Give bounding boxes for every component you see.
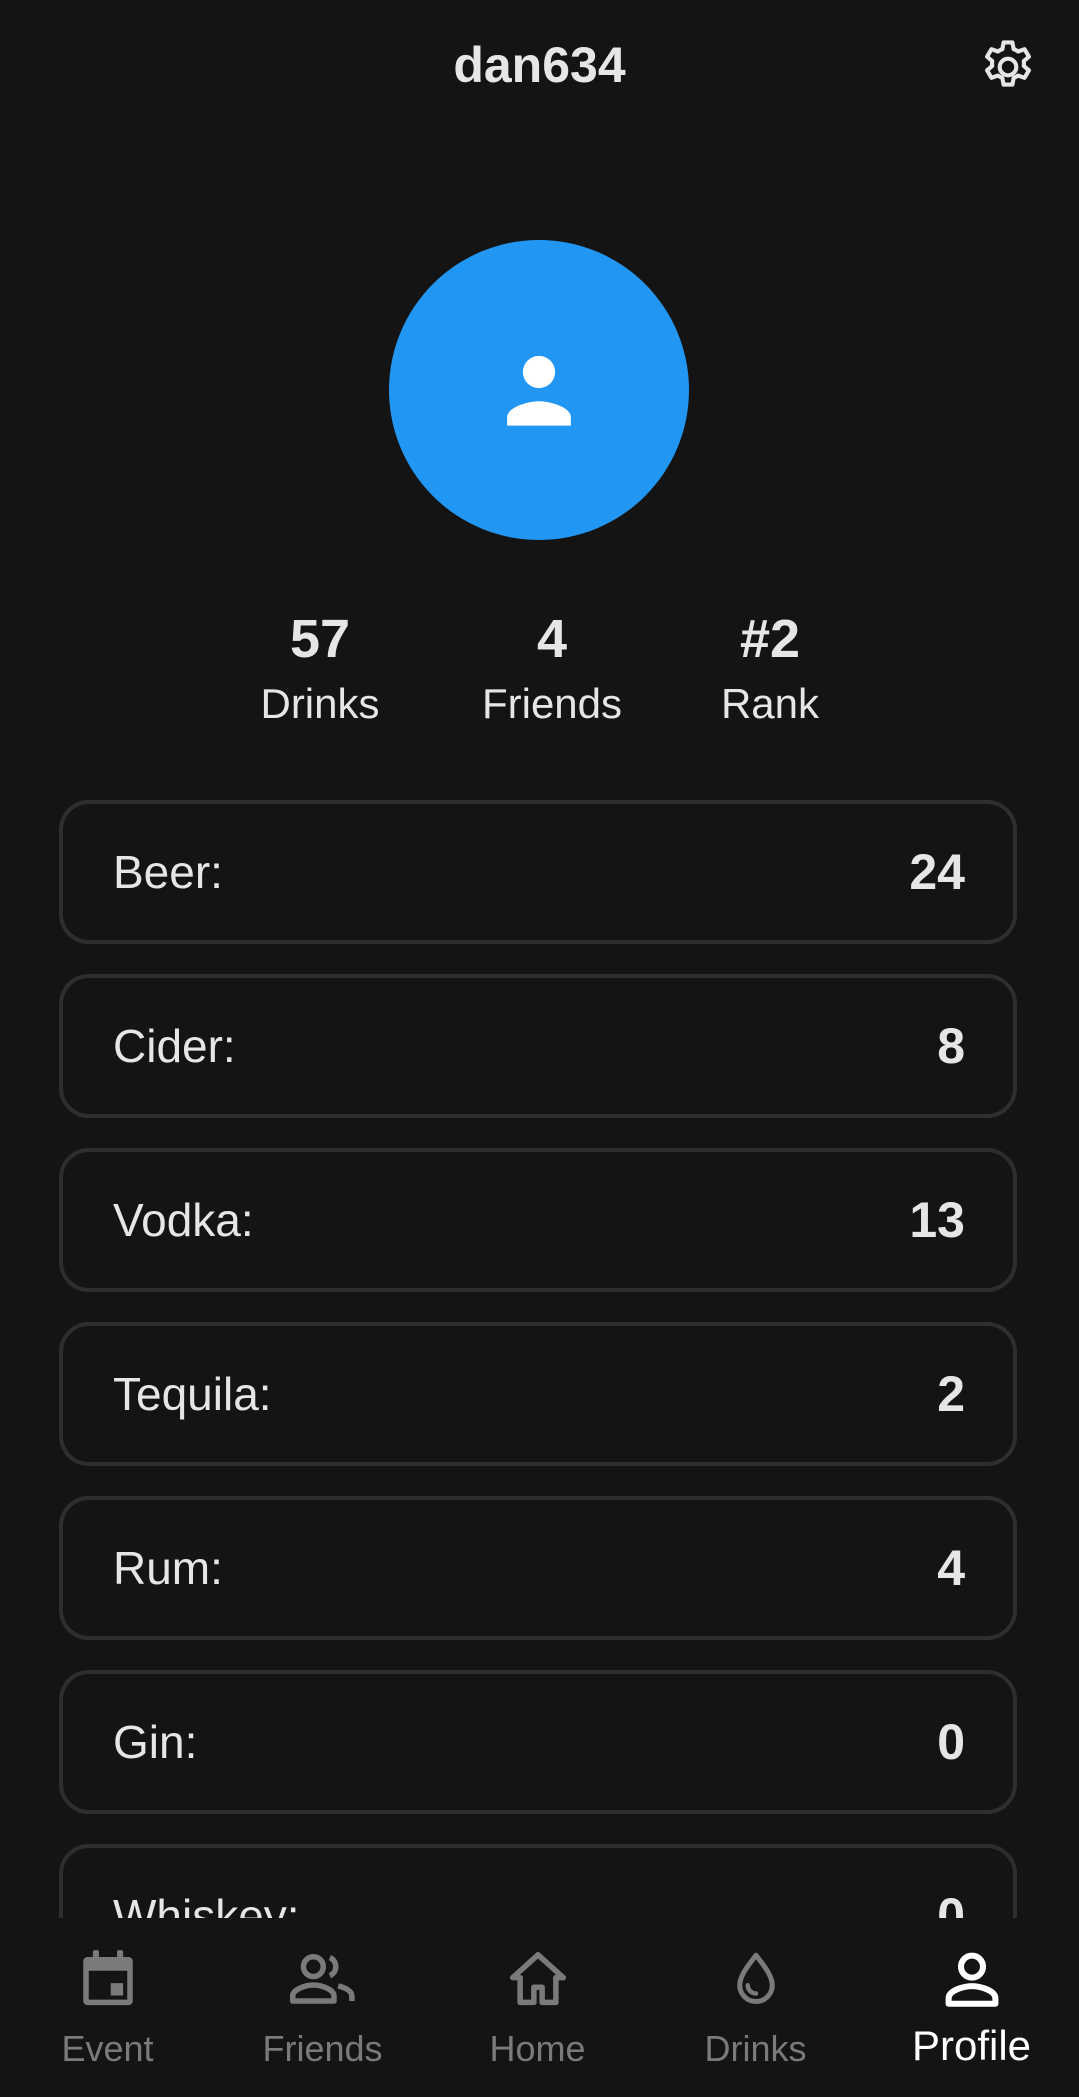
drop-icon xyxy=(736,1952,775,2004)
nav-item-profile[interactable]: Profile xyxy=(864,1918,1079,2097)
drink-count: 8 xyxy=(937,1018,965,1074)
gear-icon xyxy=(985,40,1031,87)
drink-name: Cider: xyxy=(113,1020,236,1072)
stat-label: Drinks xyxy=(260,680,380,727)
stat-value: #2 xyxy=(739,609,801,669)
people-icon xyxy=(289,1953,355,2004)
drink-count: 2 xyxy=(937,1366,965,1422)
avatar[interactable] xyxy=(389,240,689,540)
nav-label: Event xyxy=(61,2028,154,2069)
home-icon xyxy=(509,1952,566,2006)
calendar-icon xyxy=(82,1950,133,2006)
drink-count: 24 xyxy=(909,844,965,900)
drink-card-gin[interactable]: Gin: 0 xyxy=(59,1670,1017,1814)
page-title: dan634 xyxy=(453,37,626,93)
drink-name: Beer: xyxy=(113,846,223,898)
person-icon xyxy=(507,355,571,426)
nav-item-drinks[interactable]: Drinks xyxy=(648,1918,863,2097)
nav-label: Profile xyxy=(911,2022,1032,2069)
stat-drinks: 57 Drinks xyxy=(220,604,420,734)
drink-name: Gin: xyxy=(113,1716,198,1768)
drink-count: 13 xyxy=(909,1192,965,1248)
bottom-nav: Event Friends Home Drinks Profile xyxy=(0,1918,1079,2097)
app-header: dan634 xyxy=(0,0,1079,135)
stat-value: 4 xyxy=(536,609,568,669)
nav-label: Friends xyxy=(262,2028,383,2069)
stat-value: 57 xyxy=(289,609,351,669)
nav-item-home[interactable]: Home xyxy=(430,1918,645,2097)
drink-list[interactable]: Beer: 24 Cider: 8 Vodka: 13 Tequila: 2 R… xyxy=(59,800,1017,1918)
drink-name: Tequila: xyxy=(113,1368,272,1420)
nav-item-friends[interactable]: Friends xyxy=(215,1918,430,2097)
person-icon xyxy=(945,1952,998,2007)
drink-card-vodka[interactable]: Vodka: 13 xyxy=(59,1148,1017,1292)
drink-name: Rum: xyxy=(113,1542,223,1594)
drink-name: Vodka: xyxy=(113,1194,254,1246)
drink-card-whiskey[interactable]: Whiskey: 0 xyxy=(59,1844,1017,1918)
drink-card-tequila[interactable]: Tequila: 2 xyxy=(59,1322,1017,1466)
drink-card-rum[interactable]: Rum: 4 xyxy=(59,1496,1017,1640)
nav-item-event[interactable]: Event xyxy=(0,1918,215,2097)
nav-label: Home xyxy=(489,2028,586,2069)
drink-count: 0 xyxy=(937,1714,965,1770)
drink-card-cider[interactable]: Cider: 8 xyxy=(59,974,1017,1118)
drink-count: 4 xyxy=(937,1540,965,1596)
stat-label: Friends xyxy=(481,680,623,727)
stat-friends: 4 Friends xyxy=(452,604,652,734)
stat-label: Rank xyxy=(720,680,820,727)
stats-row: 57 Drinks 4 Friends #2 Rank xyxy=(0,604,1079,734)
stat-rank: #2 Rank xyxy=(670,604,870,734)
drink-name: Whiskey: xyxy=(113,1890,300,1918)
drink-card-beer[interactable]: Beer: 24 xyxy=(59,800,1017,944)
nav-label: Drinks xyxy=(704,2028,807,2069)
drink-count: 0 xyxy=(937,1888,965,1918)
settings-button[interactable] xyxy=(977,36,1039,98)
